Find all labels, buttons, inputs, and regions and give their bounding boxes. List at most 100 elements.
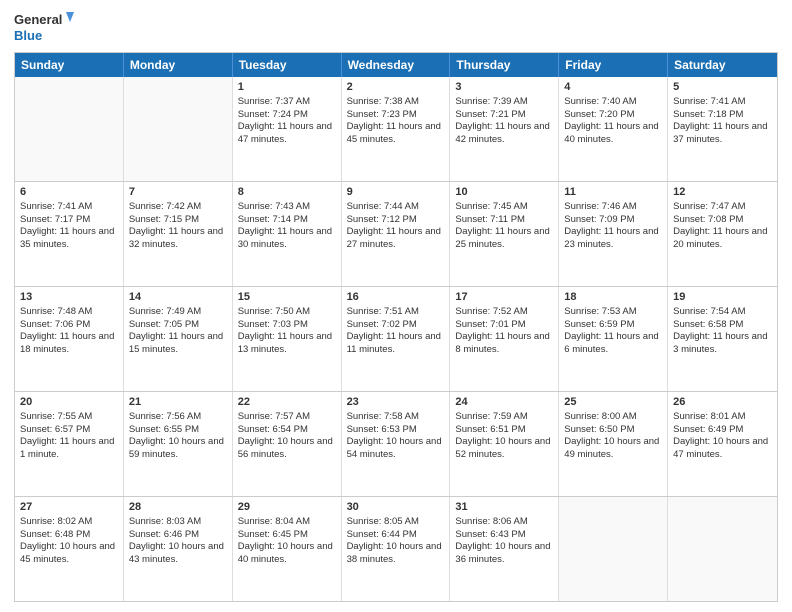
- sunset-text: Sunset: 7:21 PM: [455, 109, 525, 120]
- day-number: 4: [564, 80, 662, 95]
- calendar-cell: 26Sunrise: 8:01 AMSunset: 6:49 PMDayligh…: [668, 392, 777, 496]
- sunset-text: Sunset: 7:20 PM: [564, 109, 634, 120]
- day-number: 11: [564, 185, 662, 200]
- daylight-text: Daylight: 11 hours and 13 minutes.: [238, 331, 332, 355]
- calendar-cell: 21Sunrise: 7:56 AMSunset: 6:55 PMDayligh…: [124, 392, 233, 496]
- sunrise-text: Sunrise: 7:37 AM: [238, 96, 310, 107]
- logo: General Blue: [14, 10, 74, 46]
- day-number: 29: [238, 500, 336, 515]
- daylight-text: Daylight: 11 hours and 3 minutes.: [673, 331, 767, 355]
- sunrise-text: Sunrise: 7:41 AM: [673, 96, 745, 107]
- daylight-text: Daylight: 11 hours and 25 minutes.: [455, 226, 549, 250]
- calendar-body: 1Sunrise: 7:37 AMSunset: 7:24 PMDaylight…: [15, 77, 777, 601]
- sunrise-text: Sunrise: 7:38 AM: [347, 96, 419, 107]
- header-cell-sunday: Sunday: [15, 53, 124, 77]
- calendar-cell: 28Sunrise: 8:03 AMSunset: 6:46 PMDayligh…: [124, 497, 233, 601]
- day-number: 6: [20, 185, 118, 200]
- calendar-cell: 2Sunrise: 7:38 AMSunset: 7:23 PMDaylight…: [342, 77, 451, 181]
- day-number: 5: [673, 80, 772, 95]
- calendar-cell: 9Sunrise: 7:44 AMSunset: 7:12 PMDaylight…: [342, 182, 451, 286]
- sunrise-text: Sunrise: 7:53 AM: [564, 306, 636, 317]
- calendar-cell: 13Sunrise: 7:48 AMSunset: 7:06 PMDayligh…: [15, 287, 124, 391]
- sunrise-text: Sunrise: 7:49 AM: [129, 306, 201, 317]
- calendar-cell: 15Sunrise: 7:50 AMSunset: 7:03 PMDayligh…: [233, 287, 342, 391]
- daylight-text: Daylight: 10 hours and 49 minutes.: [564, 436, 659, 460]
- calendar-cell: 7Sunrise: 7:42 AMSunset: 7:15 PMDaylight…: [124, 182, 233, 286]
- sunrise-text: Sunrise: 7:46 AM: [564, 201, 636, 212]
- day-number: 30: [347, 500, 445, 515]
- header-cell-tuesday: Tuesday: [233, 53, 342, 77]
- daylight-text: Daylight: 11 hours and 42 minutes.: [455, 121, 549, 145]
- daylight-text: Daylight: 11 hours and 32 minutes.: [129, 226, 223, 250]
- sunrise-text: Sunrise: 8:00 AM: [564, 411, 636, 422]
- daylight-text: Daylight: 10 hours and 40 minutes.: [238, 541, 333, 565]
- day-number: 2: [347, 80, 445, 95]
- daylight-text: Daylight: 10 hours and 43 minutes.: [129, 541, 224, 565]
- calendar-cell: [124, 77, 233, 181]
- sunset-text: Sunset: 6:54 PM: [238, 424, 308, 435]
- sunset-text: Sunset: 6:59 PM: [564, 319, 634, 330]
- sunset-text: Sunset: 7:11 PM: [455, 214, 525, 225]
- sunset-text: Sunset: 7:09 PM: [564, 214, 634, 225]
- calendar-cell: [15, 77, 124, 181]
- sunset-text: Sunset: 6:50 PM: [564, 424, 634, 435]
- calendar-cell: 6Sunrise: 7:41 AMSunset: 7:17 PMDaylight…: [15, 182, 124, 286]
- sunset-text: Sunset: 6:45 PM: [238, 529, 308, 540]
- sunrise-text: Sunrise: 8:02 AM: [20, 516, 92, 527]
- logo-svg: General Blue: [14, 10, 74, 46]
- calendar-cell: 18Sunrise: 7:53 AMSunset: 6:59 PMDayligh…: [559, 287, 668, 391]
- daylight-text: Daylight: 11 hours and 8 minutes.: [455, 331, 549, 355]
- daylight-text: Daylight: 11 hours and 23 minutes.: [564, 226, 658, 250]
- daylight-text: Daylight: 11 hours and 45 minutes.: [347, 121, 441, 145]
- header-cell-thursday: Thursday: [450, 53, 559, 77]
- daylight-text: Daylight: 10 hours and 59 minutes.: [129, 436, 224, 460]
- calendar-cell: 10Sunrise: 7:45 AMSunset: 7:11 PMDayligh…: [450, 182, 559, 286]
- day-number: 18: [564, 290, 662, 305]
- daylight-text: Daylight: 11 hours and 30 minutes.: [238, 226, 332, 250]
- sunrise-text: Sunrise: 7:50 AM: [238, 306, 310, 317]
- sunrise-text: Sunrise: 8:05 AM: [347, 516, 419, 527]
- day-number: 24: [455, 395, 553, 410]
- day-number: 8: [238, 185, 336, 200]
- sunrise-text: Sunrise: 7:52 AM: [455, 306, 527, 317]
- calendar-row-4: 20Sunrise: 7:55 AMSunset: 6:57 PMDayligh…: [15, 391, 777, 496]
- day-number: 3: [455, 80, 553, 95]
- day-number: 16: [347, 290, 445, 305]
- calendar-cell: 29Sunrise: 8:04 AMSunset: 6:45 PMDayligh…: [233, 497, 342, 601]
- sunset-text: Sunset: 7:17 PM: [20, 214, 90, 225]
- calendar-cell: 22Sunrise: 7:57 AMSunset: 6:54 PMDayligh…: [233, 392, 342, 496]
- sunrise-text: Sunrise: 7:51 AM: [347, 306, 419, 317]
- calendar-cell: 4Sunrise: 7:40 AM Sunset: 7:20 PMDaylight…: [559, 77, 668, 181]
- sunset-text: Sunset: 7:15 PM: [129, 214, 199, 225]
- daylight-text: Daylight: 11 hours and 40 minutes.: [564, 121, 658, 145]
- sunrise-text: Sunrise: 7:48 AM: [20, 306, 92, 317]
- day-number: 23: [347, 395, 445, 410]
- calendar: SundayMondayTuesdayWednesdayThursdayFrid…: [14, 52, 778, 602]
- sunrise-text: Sunrise: 7:42 AM: [129, 201, 201, 212]
- calendar-cell: 23Sunrise: 7:58 AMSunset: 6:53 PMDayligh…: [342, 392, 451, 496]
- calendar-header-row: SundayMondayTuesdayWednesdayThursdayFrid…: [15, 53, 777, 77]
- sunrise-text: Sunrise: 7:41 AM: [20, 201, 92, 212]
- day-number: 21: [129, 395, 227, 410]
- sunrise-text: Sunrise: 7:57 AM: [238, 411, 310, 422]
- day-number: 9: [347, 185, 445, 200]
- daylight-text: Daylight: 11 hours and 15 minutes.: [129, 331, 223, 355]
- sunrise-text: Sunrise: 7:44 AM: [347, 201, 419, 212]
- calendar-cell: 27Sunrise: 8:02 AMSunset: 6:48 PMDayligh…: [15, 497, 124, 601]
- calendar-row-3: 13Sunrise: 7:48 AMSunset: 7:06 PMDayligh…: [15, 286, 777, 391]
- svg-text:Blue: Blue: [14, 28, 42, 43]
- sunrise-text: Sunrise: 7:43 AM: [238, 201, 310, 212]
- sunrise-text: Sunrise: 8:01 AM: [673, 411, 745, 422]
- calendar-cell: 30Sunrise: 8:05 AMSunset: 6:44 PMDayligh…: [342, 497, 451, 601]
- daylight-text: Daylight: 10 hours and 54 minutes.: [347, 436, 442, 460]
- calendar-row-1: 1Sunrise: 7:37 AMSunset: 7:24 PMDaylight…: [15, 77, 777, 181]
- daylight-text: Daylight: 10 hours and 45 minutes.: [20, 541, 115, 565]
- header-cell-wednesday: Wednesday: [342, 53, 451, 77]
- day-number: 19: [673, 290, 772, 305]
- day-number: 28: [129, 500, 227, 515]
- daylight-text: Daylight: 11 hours and 11 minutes.: [347, 331, 441, 355]
- day-number: 10: [455, 185, 553, 200]
- day-number: 26: [673, 395, 772, 410]
- sunrise-text: Sunrise: 7:40 AM: [564, 96, 636, 107]
- daylight-text: Daylight: 10 hours and 36 minutes.: [455, 541, 550, 565]
